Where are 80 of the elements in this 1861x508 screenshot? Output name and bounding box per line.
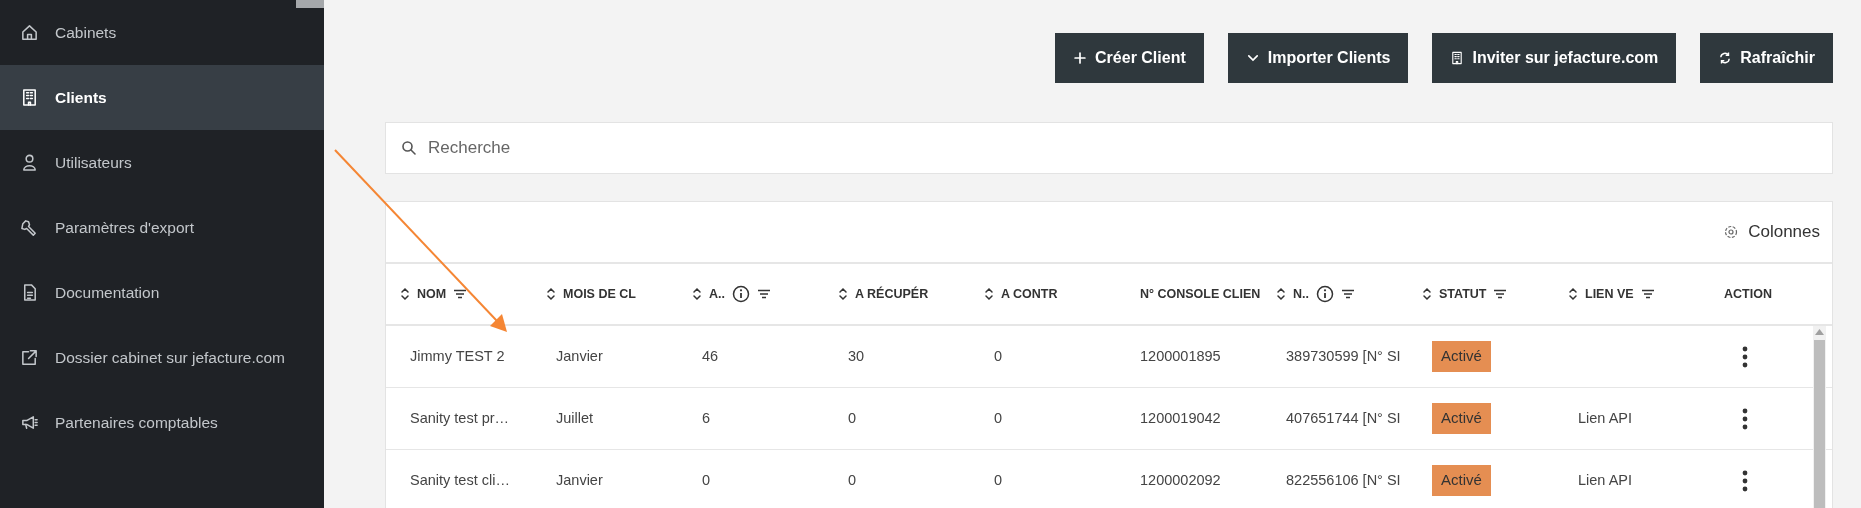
column-header: NOM [417,285,447,303]
sort-icon [984,287,994,301]
table-cell-text: Janvier [556,470,603,490]
building-icon [20,88,39,107]
search-field[interactable]: Recherche [385,122,1833,174]
plus-icon [1073,51,1088,65]
columns-button[interactable]: Colonnes [1718,218,1826,246]
home-icon [20,23,39,42]
table-cell-text: 1200001895 [1140,346,1221,366]
table-cell-text: 6 [702,408,711,428]
table-cell-text: Lien API [1578,470,1632,490]
column-header: STATUT [1439,285,1487,303]
sidebar-item[interactable]: Cabinets [0,0,324,65]
table-cell-text: Sanity test pr… [410,408,510,428]
toolbar-button[interactable]: Inviter sur jefacture.com [1432,33,1677,83]
column-header: LIEN VE [1585,285,1634,303]
status-badge: Activé [1432,341,1491,372]
filter-icon [757,289,771,299]
column-header: N° CONSOLE CLIEN [1140,285,1261,303]
table-cell-text: 389730599 [N° SI [1286,346,1401,366]
info-icon [1316,285,1334,303]
column-header: ACTION [1724,285,1772,303]
sort-icon [1422,287,1432,301]
building-icon [1450,51,1465,65]
column-header: MOIS DE CL [563,285,636,303]
more-options-icon [1742,345,1748,368]
table-cell-text: 0 [994,408,1003,428]
sidebar-item[interactable]: Clients [0,65,324,130]
sidebar-item[interactable]: Dossier cabinet sur jefacture.com [0,325,324,390]
table-cell-text: 822556106 [N° SI [1286,470,1401,490]
table-cell-text: 1200002092 [1140,470,1221,490]
toolbar-button[interactable]: Créer Client [1055,33,1204,83]
sort-icon [838,287,848,301]
status-badge: Activé [1432,403,1491,434]
table-cell-text: 46 [702,346,719,366]
filter-icon [1493,289,1508,299]
filter-icon [1341,289,1355,299]
column-header: A RÉCUPÉR [855,285,929,303]
table-cell-text: 0 [994,470,1003,490]
table-cell-text: 30 [848,346,865,366]
scroll-up-icon [1815,329,1824,335]
table-cell-text: 0 [702,470,711,490]
sort-icon [1568,287,1578,301]
sidebar-item[interactable]: Utilisateurs [0,130,324,195]
column-header: A.. [709,285,725,303]
scrollbar-thumb[interactable] [296,0,324,8]
sort-icon [400,287,410,301]
filter-icon [1640,289,1655,299]
table-cell-text: Sanity test cli… [410,470,510,490]
table-cell-text: 0 [848,470,857,490]
table-cell-text: Jimmy TEST 2 [410,346,505,366]
filter-icon [453,289,468,299]
sidebar-item[interactable]: Partenaires comptables [0,390,324,455]
more-options-icon [1742,469,1748,492]
megaphone-icon [20,413,39,432]
sort-icon [1276,287,1286,301]
table-cell-text: Janvier [556,346,603,366]
toolbar-button[interactable]: Rafraîchir [1700,33,1833,83]
table-cell-text: Lien API [1578,408,1632,428]
wrench-icon [20,218,39,237]
table-cell-text: 0 [848,408,857,428]
more-options-icon [1742,407,1748,430]
status-badge: Activé [1432,465,1491,496]
refresh-icon [1718,51,1733,65]
table-cell-text: Juillet [556,408,594,428]
table-cell-text: 1200019042 [1140,408,1221,428]
info-icon [732,285,750,303]
table-cell-text: 407651744 [N° SI [1286,408,1401,428]
column-header: N.. [1293,285,1309,303]
user-icon [20,153,39,172]
sidebar-item[interactable]: Documentation [0,260,324,325]
sidebar-item[interactable]: Paramètres d'export [0,195,324,260]
table-cell-text: 0 [994,346,1003,366]
sort-icon [546,287,556,301]
toolbar-button[interactable]: Importer Clients [1227,33,1409,83]
column-header: A CONTR [1001,285,1058,303]
external-link-icon [20,348,39,367]
gear-icon [1724,225,1739,239]
scrollbar[interactable] [1813,326,1826,508]
sort-icon [692,287,702,301]
